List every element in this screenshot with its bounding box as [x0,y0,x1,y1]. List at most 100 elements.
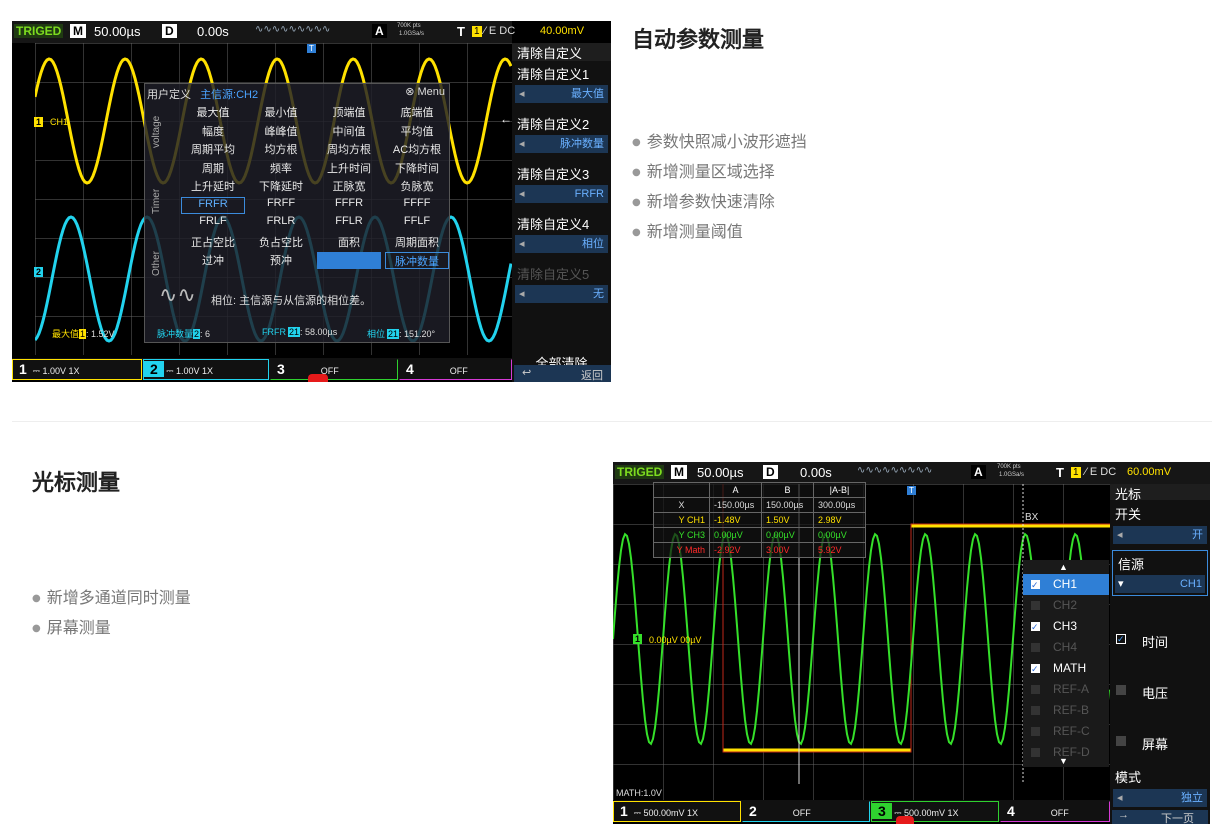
clear-custom-2-value[interactable]: 脉冲数量 [515,135,608,153]
channel-2-tab[interactable]: 2 OFF [742,801,870,822]
source-item-ch4[interactable]: CH4 [1023,637,1109,658]
param-cell[interactable]: 正脉宽 [317,178,381,195]
param-cell[interactable]: 幅度 [181,123,245,140]
channel-3-tab[interactable]: 3 ⎓ 500.00mV 1X [871,801,999,822]
param-cell[interactable]: 峰峰值 [249,123,313,140]
next-page-button[interactable]: → 下一页 [1112,809,1208,824]
param-cell[interactable]: 底端值 [385,104,449,121]
ch1-marker[interactable]: 1 [633,634,643,644]
param-cell[interactable]: FFLR [317,215,381,232]
source-value[interactable]: ▾ CH1 [1115,575,1205,593]
source-item-ref-a[interactable]: REF-A [1023,679,1109,700]
scroll-up-icon[interactable]: ▲ [1059,562,1068,572]
channel-1-tab[interactable]: 1 ⎓ 500.00mV 1X [613,801,741,822]
param-cell[interactable]: 预冲 [249,252,313,269]
param-cell[interactable]: 上升延时 [181,178,245,195]
param-cell[interactable]: 下降延时 [249,178,313,195]
param-cell[interactable]: 负占空比 [249,234,313,251]
clear-custom-3-value[interactable]: FRFR [515,185,608,203]
param-cell[interactable]: 中间值 [317,123,381,140]
param-cell[interactable]: 顶端值 [317,104,381,121]
param-cell[interactable]: 上升时间 [317,160,381,177]
overlay-menu-button[interactable]: ⊗ Menu [405,85,445,98]
source-item-label: CH2 [1053,598,1078,612]
back-button[interactable]: ↩ 返回 [514,365,611,382]
param-cell[interactable]: 过冲 [181,252,245,269]
param-cell[interactable]: 周期 [181,160,245,177]
checkbox-icon[interactable] [1031,748,1040,757]
param-cell[interactable]: 频率 [249,160,313,177]
ch1-marker[interactable]: 1 [34,117,44,127]
checkbox-icon[interactable] [1031,727,1040,736]
param-cell[interactable]: 最大值 [181,104,245,121]
checkbox-icon[interactable] [1031,706,1040,715]
mode-label[interactable]: 模式 [1110,767,1210,786]
clear-custom-4-label[interactable]: 清除自定义4 [512,214,611,233]
overlay-source[interactable]: 主信源:CH2 [200,89,258,101]
trigger-position-marker[interactable]: T [307,44,316,53]
clear-custom-4-value[interactable]: 相位 [515,235,608,253]
param-cell[interactable]: 周均方根 [317,141,381,158]
param-cell[interactable]: 最小值 [249,104,313,121]
channel-4-tab[interactable]: 4 OFF [1000,801,1110,822]
clear-custom-2-label[interactable]: 清除自定义2 [512,114,611,133]
param-cell[interactable]: FRFR [181,196,245,214]
scroll-down-icon[interactable]: ▼ [1059,756,1068,766]
param-cell[interactable]: 下降时间 [385,160,449,177]
param-cell[interactable]: FRLF [181,215,245,232]
source-item-ch3[interactable]: CH3 [1023,616,1109,638]
table-cell: 0.00µV [761,527,814,543]
clear-custom-5-label[interactable]: 清除自定义5 [512,264,611,283]
clear-custom-1-value[interactable]: 最大值 [515,85,608,103]
channel-2-setting: 1.00V 1X [175,366,214,376]
channel-2-tab[interactable]: 2 ⎓ 1.00V 1X [143,359,269,380]
source-item-ref-b[interactable]: REF-B [1023,700,1109,721]
param-cell[interactable]: 平均值 [385,123,449,140]
channel-1-tab[interactable]: 1 ⎓ 1.00V 1X [12,359,142,380]
source-item-ch2[interactable]: CH2 [1023,595,1109,616]
trigger-position-marker[interactable]: T [907,486,916,495]
switch-label[interactable]: 开关 [1110,504,1210,523]
param-cell[interactable]: 正占空比 [181,234,245,251]
checkbox-icon[interactable] [1031,659,1040,680]
screen-checkbox-icon[interactable] [1116,736,1126,746]
param-cell[interactable]: 周期平均 [181,141,245,158]
checkbox-icon[interactable] [1031,617,1040,638]
table-cell: 150.00µs [761,497,814,513]
param-cell[interactable]: 面积 [317,234,381,251]
param-cell[interactable]: FFFF [385,197,449,214]
source-menu-item[interactable]: 信源 ▾ CH1 [1112,550,1208,596]
checkbox-icon[interactable] [1031,575,1040,596]
channel-3-tab[interactable]: 3 OFF [270,359,398,380]
checkbox-icon[interactable] [1031,601,1040,610]
checkbox-icon[interactable] [1031,643,1040,652]
scope-screenshot-auto-measure: TRIGED M 50.00µs D 0.00s ∿∿∿∿∿∿∿∿∿ A 700… [12,21,611,382]
voltage-checkbox-icon[interactable] [1116,685,1126,695]
checkbox-icon[interactable] [1031,685,1040,694]
param-cell[interactable] [317,252,381,269]
ch2-marker[interactable]: 2 [34,267,44,277]
clear-custom-3-label[interactable]: 清除自定义3 [512,164,611,183]
trigger-level-arrow[interactable]: ← [500,112,512,126]
clear-custom-1-label[interactable]: 清除自定义1 [512,64,611,83]
param-cell[interactable]: 脉冲数量 [385,252,449,269]
channel-4-tab[interactable]: 4 OFF [399,359,512,380]
param-cell[interactable]: AC均方根 [385,141,449,158]
close-icon[interactable]: ⊗ [405,86,414,98]
source-item-math[interactable]: MATH [1023,658,1109,680]
param-cell[interactable]: 周期面积 [385,234,449,251]
clear-custom-5-value[interactable]: 无 [515,285,608,303]
param-cell[interactable]: FRFF [249,197,313,214]
source-item-ch1[interactable]: CH1 [1023,574,1109,596]
group-other-label: Other [151,250,162,276]
switch-value[interactable]: 开 [1113,526,1207,544]
channel-3-number: 3 [872,803,892,819]
time-checkbox-icon[interactable]: ✓ [1116,634,1126,644]
param-cell[interactable]: FFFR [317,197,381,214]
param-cell[interactable]: FFLF [385,215,449,232]
source-item-ref-c[interactable]: REF-C [1023,721,1109,742]
mode-value[interactable]: 独立 [1113,789,1207,807]
param-cell[interactable]: FRLR [249,215,313,232]
param-cell[interactable]: 负脉宽 [385,178,449,195]
param-cell[interactable]: 均方根 [249,141,313,158]
